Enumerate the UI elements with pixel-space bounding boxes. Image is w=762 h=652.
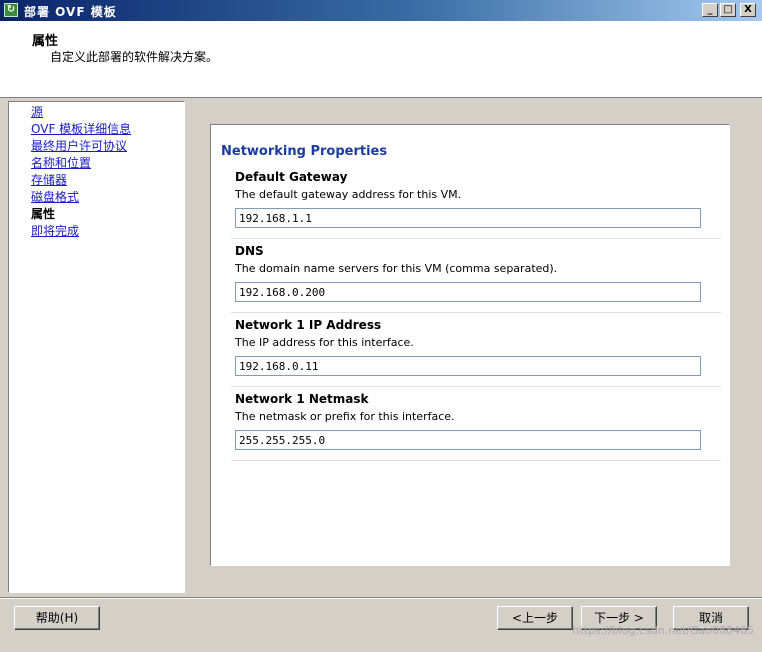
wizard-header: 属性 自定义此部署的软件解决方案。: [0, 21, 762, 98]
property-netmask: Network 1 Netmask The netmask or prefix …: [231, 390, 721, 461]
watermark-text: https://blog.csdn.net/Gao068465: [572, 624, 754, 637]
divider: [231, 460, 721, 461]
help-button[interactable]: 帮助(H): [14, 606, 100, 630]
nav-step-disk-format[interactable]: 磁盘格式: [31, 189, 184, 206]
property-description: The netmask or prefix for this interface…: [235, 410, 455, 423]
divider: [231, 312, 721, 313]
content-area: Networking Properties Default Gateway Th…: [190, 101, 754, 593]
window-controls: _ □ X: [702, 3, 756, 17]
page-subtitle: 自定义此部署的软件解决方案。: [50, 50, 219, 64]
nav-step-ready[interactable]: 即将完成: [31, 223, 184, 240]
default-gateway-input[interactable]: [235, 208, 701, 228]
properties-panel: Networking Properties Default Gateway Th…: [210, 124, 730, 566]
property-default-gateway: Default Gateway The default gateway addr…: [231, 168, 721, 239]
maximize-button[interactable]: □: [720, 3, 736, 17]
property-name: Default Gateway: [235, 170, 348, 184]
ip-address-input[interactable]: [235, 356, 701, 376]
property-name: Network 1 IP Address: [235, 318, 382, 332]
section-title: Networking Properties: [221, 144, 388, 159]
page-title: 属性: [32, 34, 59, 49]
back-button[interactable]: <上一步: [497, 606, 573, 630]
property-dns: DNS The domain name servers for this VM …: [231, 242, 721, 313]
property-description: The domain name servers for this VM (com…: [235, 262, 558, 275]
wizard-steps-nav: 源 OVF 模板详细信息 最终用户许可协议 名称和位置 存储器 磁盘格式 属性 …: [8, 101, 185, 593]
property-description: The IP address for this interface.: [235, 336, 414, 349]
bottom-divider: [0, 597, 762, 599]
netmask-input[interactable]: [235, 430, 701, 450]
dns-input[interactable]: [235, 282, 701, 302]
property-ip-address: Network 1 IP Address The IP address for …: [231, 316, 721, 387]
nav-step-properties: 属性: [31, 207, 56, 221]
close-button[interactable]: X: [740, 3, 756, 17]
title-bar[interactable]: ↻ 部署 OVF 模板 _ □ X: [0, 0, 762, 21]
nav-step-storage[interactable]: 存储器: [31, 172, 184, 189]
property-name: DNS: [235, 244, 264, 258]
window-title: 部署 OVF 模板: [24, 5, 117, 19]
app-icon: ↻: [4, 3, 18, 17]
property-name: Network 1 Netmask: [235, 392, 369, 406]
minimize-button[interactable]: _: [702, 3, 718, 17]
nav-step-name-location[interactable]: 名称和位置: [31, 155, 184, 172]
divider: [231, 238, 721, 239]
nav-step-ovf-details[interactable]: OVF 模板详细信息: [31, 121, 184, 138]
nav-step-eula[interactable]: 最终用户许可协议: [31, 138, 184, 155]
property-description: The default gateway address for this VM.: [235, 188, 462, 201]
divider: [231, 386, 721, 387]
nav-step-source[interactable]: 源: [31, 104, 184, 121]
